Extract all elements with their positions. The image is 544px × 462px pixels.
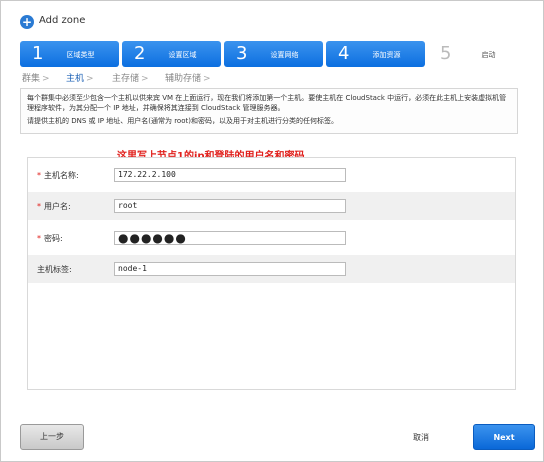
step-zone-type[interactable]: 1 区域类型: [20, 41, 119, 67]
next-button[interactable]: Next: [473, 424, 535, 450]
step-label: 区域类型: [66, 51, 95, 59]
step-label: 添加资源: [372, 51, 401, 59]
chevron-right-icon: >: [203, 74, 211, 84]
username-row: * 用户名: root: [28, 192, 515, 220]
substep-secondary-storage[interactable]: 辅助存储 >: [165, 71, 211, 84]
hostname-row: * 主机名称: 172.22.2.100: [28, 161, 515, 189]
step-label: 启动: [481, 51, 496, 59]
info-text: 每个群集中必须至少包含一个主机以供来宾 VM 在上面运行，现在我们将添加第一个主…: [27, 94, 507, 112]
required-marker: *: [37, 202, 41, 211]
info-box: 每个群集中必须至少包含一个主机以供来宾 VM 在上面运行，现在我们将添加第一个主…: [20, 88, 518, 134]
dialog-title: Add zone: [39, 15, 86, 26]
step-setup-zone[interactable]: 2 设置区域: [122, 41, 221, 67]
step-label: 设置网络: [270, 51, 299, 59]
substep-cluster[interactable]: 群集 >: [22, 71, 50, 84]
password-label: * 密码:: [37, 234, 63, 243]
host-form: * 主机名称: 172.22.2.100 * 用户名: root * 密码: ●●●●…: [27, 157, 516, 390]
username-label: * 用户名:: [37, 202, 71, 211]
cancel-button[interactable]: 取消: [413, 432, 429, 443]
hosttags-row: 主机标签: node-1: [28, 255, 515, 283]
substep-host[interactable]: 主机 >: [66, 71, 94, 84]
required-marker: *: [37, 171, 41, 180]
required-marker: *: [37, 234, 41, 243]
chevron-right-icon: >: [141, 74, 149, 84]
step-label: 设置区域: [168, 51, 197, 59]
chevron-right-icon: >: [86, 74, 94, 84]
hosttags-field[interactable]: node-1: [114, 262, 346, 276]
back-button[interactable]: 上一步: [20, 424, 84, 450]
password-row: * 密码: ●●●●●●: [28, 224, 515, 252]
info-text: 请提供主机的 DNS 或 IP 地址、用户名(通常为 root)和密码，以及用于…: [27, 117, 338, 125]
username-field[interactable]: root: [114, 199, 346, 213]
hostname-label: * 主机名称:: [37, 171, 79, 180]
step-setup-network[interactable]: 3 设置网络: [224, 41, 323, 67]
substep-primary-storage[interactable]: 主存储 >: [112, 71, 149, 84]
hostname-field[interactable]: 172.22.2.100: [114, 168, 346, 182]
plus-icon: +: [20, 15, 34, 29]
password-field[interactable]: ●●●●●●: [114, 231, 346, 245]
step-add-resources[interactable]: 4 添加资源: [326, 41, 425, 67]
dialog-titlebar: + Add zone: [0, 0, 544, 38]
chevron-right-icon: >: [42, 74, 50, 84]
hosttags-label: 主机标签:: [37, 265, 72, 274]
step-launch: 5 启动: [428, 41, 527, 67]
